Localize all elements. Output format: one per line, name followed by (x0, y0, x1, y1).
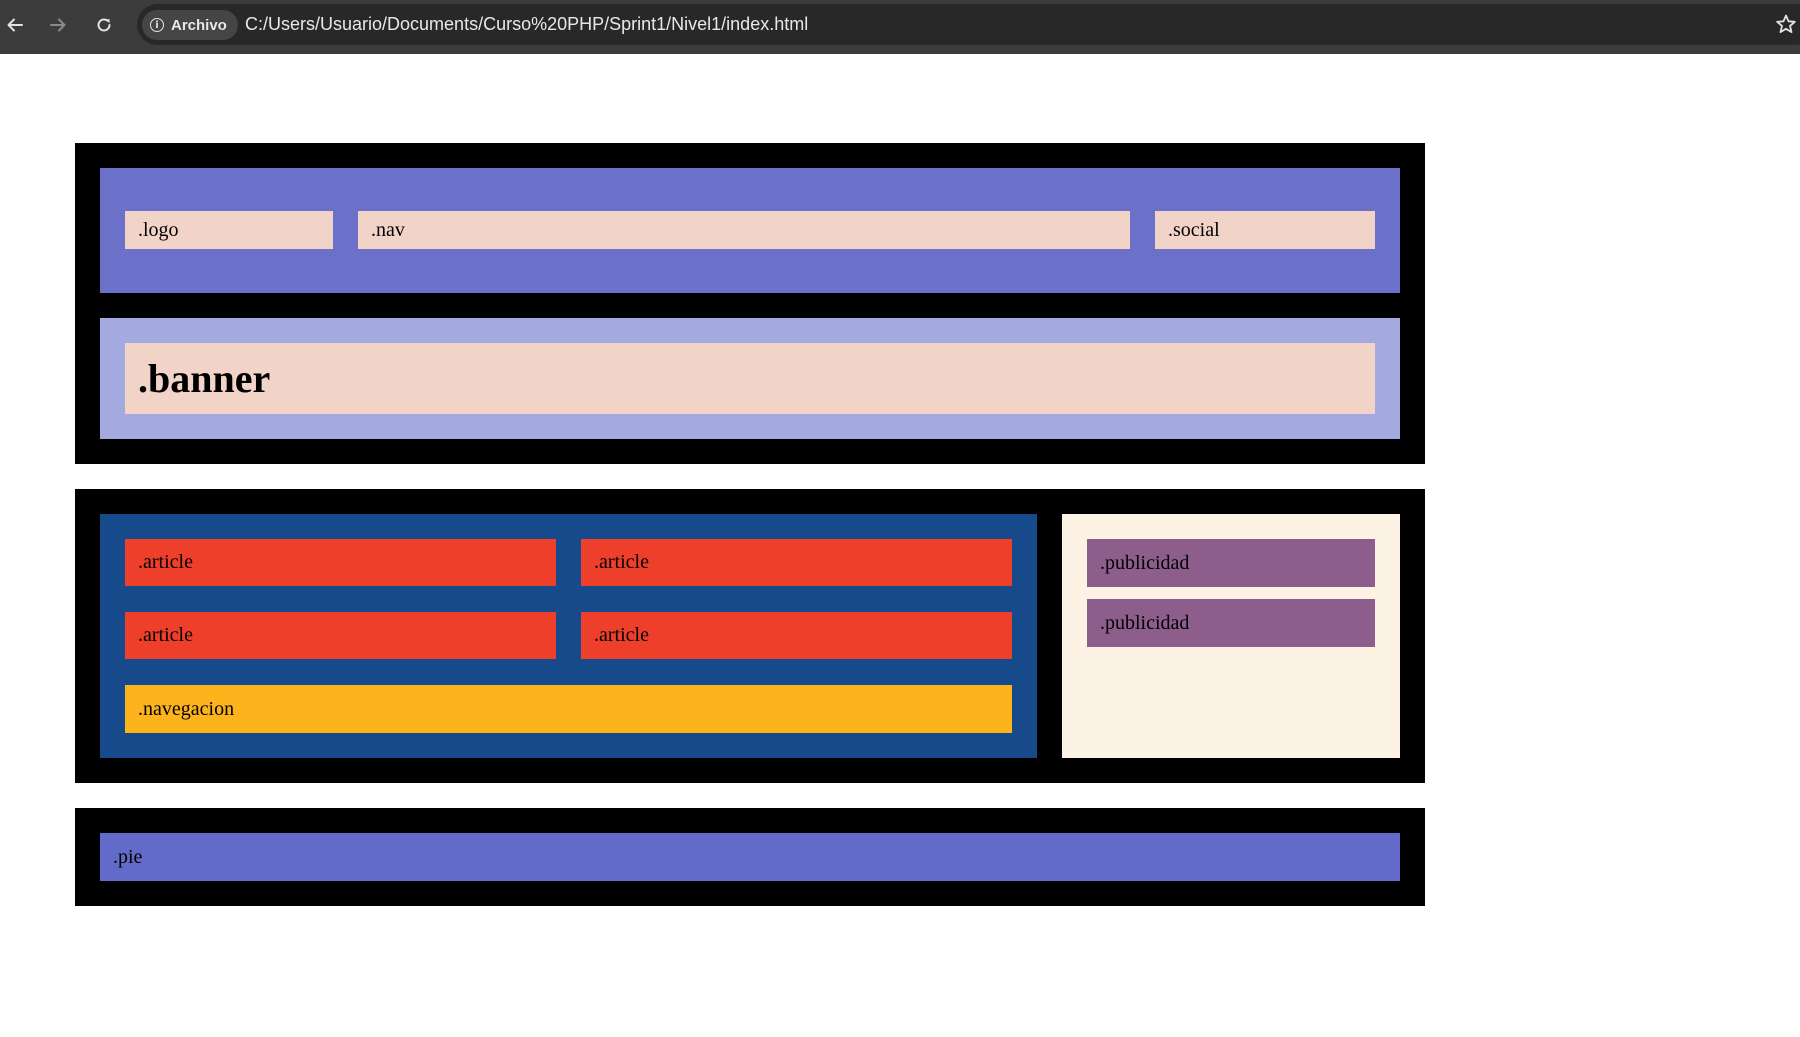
social-box: .social (1155, 211, 1375, 249)
back-button[interactable] (1, 11, 29, 39)
arrow-right-icon (50, 18, 66, 32)
banner-box: .banner (125, 343, 1375, 414)
pie-box: .pie (100, 833, 1400, 881)
navegacion-box: .navegacion (125, 685, 1012, 733)
forward-button[interactable] (44, 11, 72, 39)
browser-toolbar: i Archivo C:/Users/Usuario/Documents/Cur… (0, 0, 1800, 54)
arrow-left-icon (7, 18, 23, 32)
publicidad-box: .publicidad (1087, 539, 1375, 587)
banner-bar: .banner (100, 318, 1400, 439)
article-box: .article (581, 539, 1012, 586)
site-info-chip[interactable]: i Archivo (142, 10, 238, 40)
article-box: .article (125, 539, 556, 586)
content-area: .article .article .article .article .nav… (100, 514, 1037, 758)
star-icon (1776, 14, 1796, 33)
logo-box: .logo (125, 211, 333, 249)
reload-button[interactable] (90, 11, 118, 39)
nav-box: .nav (358, 211, 1130, 249)
url-text[interactable]: C:/Users/Usuario/Documents/Curso%20PHP/S… (245, 4, 808, 45)
article-box: .article (125, 612, 556, 659)
publicidad-box: .publicidad (1087, 599, 1375, 647)
aside-area: .publicidad .publicidad (1062, 514, 1400, 758)
site-info-label: Archivo (171, 16, 227, 34)
footer-container: .pie (75, 808, 1425, 906)
main-container: .article .article .article .article .nav… (75, 489, 1425, 783)
header-container: .logo .nav .social .banner (75, 143, 1425, 464)
article-box: .article (581, 612, 1012, 659)
bookmark-button[interactable] (1773, 11, 1799, 37)
info-icon: i (150, 18, 164, 32)
header-bar: .logo .nav .social (100, 168, 1400, 293)
address-bar[interactable]: i Archivo C:/Users/Usuario/Documents/Cur… (137, 4, 1800, 45)
reload-icon (97, 18, 111, 32)
